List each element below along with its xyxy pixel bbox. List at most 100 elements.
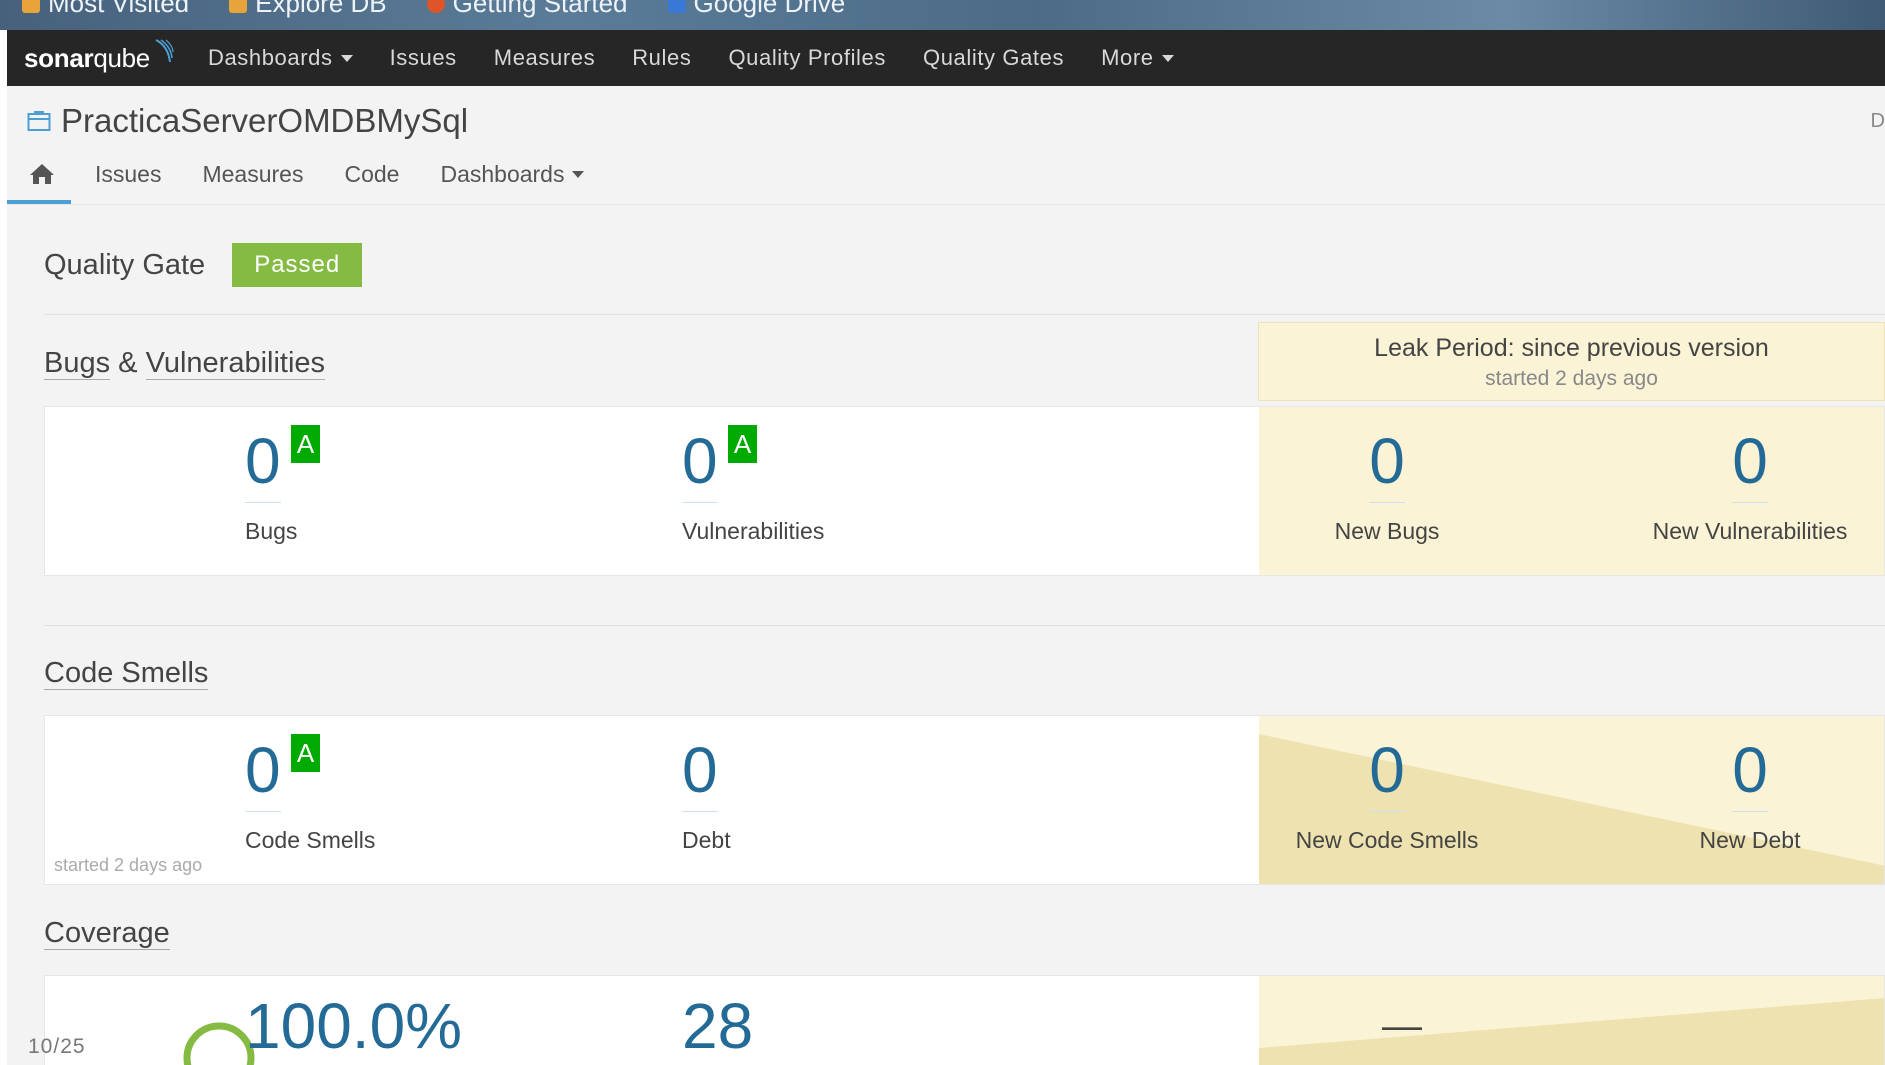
metric-vulnerabilities[interactable]: 0 A Vulnerabilities	[682, 425, 825, 545]
divider	[44, 314, 1885, 315]
bookmark-label: Getting Started	[452, 0, 628, 18]
nav-issues-label: Issues	[389, 45, 457, 70]
nav-measures[interactable]: Measures	[494, 45, 595, 71]
new-vulnerabilities-label: New Vulnerabilities	[1652, 518, 1848, 544]
new-debt-label: New Debt	[1699, 827, 1801, 853]
nav-issues[interactable]: Issues	[390, 45, 457, 71]
bookmark-page-icon	[229, 0, 248, 13]
nav-more[interactable]: More	[1101, 45, 1174, 71]
code-smells-started-note: started 2 days ago	[54, 855, 203, 875]
code-smells-rating-badge[interactable]: A	[291, 734, 320, 772]
metric-new-bugs[interactable]: 0 New Bugs	[1301, 429, 1473, 545]
nav-more-label: More	[1101, 45, 1154, 70]
new-code-smells-value[interactable]: 0	[1369, 738, 1405, 812]
metric-new-debt[interactable]: 0 New Debt	[1625, 738, 1875, 854]
bugs-rating-badge[interactable]: A	[291, 425, 320, 463]
chevron-down-icon	[340, 54, 353, 62]
code-smells-value[interactable]: 0	[245, 738, 281, 812]
debt-value[interactable]: 0	[682, 738, 718, 812]
vulnerabilities-rating-badge[interactable]: A	[728, 425, 757, 463]
bookmark-explore-db[interactable]: Explore DB	[229, 0, 387, 19]
nav-dashboards-label: Dashboards	[207, 45, 333, 70]
home-icon	[30, 164, 54, 184]
bookmark-most-visited[interactable]: Most Visited	[22, 0, 189, 19]
bookmark-label: Explore DB	[255, 0, 387, 18]
component-tabs: Issues Measures Code Dashboards	[23, 154, 625, 194]
nav-quality-profiles-label: Quality Profiles	[728, 45, 886, 70]
metric-new-coverage[interactable]: —	[1316, 994, 1488, 1058]
sonarqube-logo[interactable]: sonar qube	[24, 39, 174, 74]
bookmark-google-drive[interactable]: Google Drive	[667, 0, 846, 19]
tab-dashboards-label: Dashboards	[440, 160, 565, 187]
coverage-card: 100.0% 28 —	[44, 975, 1885, 1065]
bugs-label: Bugs	[245, 518, 298, 544]
chevron-down-icon	[1161, 54, 1174, 62]
bookmark-getting-started[interactable]: Getting Started	[426, 0, 628, 19]
metric-new-vulnerabilities[interactable]: 0 New Vulnerabilities	[1625, 429, 1875, 545]
logo-text-light: qube	[93, 42, 150, 73]
metric-debt[interactable]: 0 Debt	[682, 738, 731, 854]
bookmark-label: Google Drive	[693, 0, 846, 18]
new-vulnerabilities-value[interactable]: 0	[1732, 429, 1768, 503]
page-number: 10/25	[28, 1035, 86, 1058]
tab-dashboards[interactable]: Dashboards	[440, 160, 585, 188]
component-name: PracticaServerOMDBMySql	[61, 102, 469, 139]
quality-gate-label: Quality Gate	[44, 248, 206, 281]
nav-quality-profiles[interactable]: Quality Profiles	[728, 45, 886, 71]
nav-measures-label: Measures	[493, 45, 596, 70]
component-meta-cropped: D	[1870, 110, 1885, 132]
component-title[interactable]: PracticaServerOMDBMySql	[27, 102, 468, 140]
quality-gate-status: Quality Gate Passed	[44, 243, 363, 287]
new-bugs-label: New Bugs	[1334, 518, 1440, 544]
tab-code-label: Code	[344, 160, 400, 187]
metric-new-code-smells[interactable]: 0 New Code Smells	[1267, 738, 1507, 854]
bookmark-label: Most Visited	[48, 0, 190, 18]
tab-issues[interactable]: Issues	[95, 161, 161, 188]
leak-period-title: Leak Period: since previous version	[1374, 334, 1769, 362]
tab-code[interactable]: Code	[344, 161, 399, 188]
debt-label: Debt	[682, 827, 731, 853]
global-navbar: sonar qube Dashboards Issues Measures Rul…	[7, 30, 1885, 86]
section-title-bugs-vulnerabilities: Bugs & Vulnerabilities	[44, 347, 326, 380]
active-tab-indicator	[7, 200, 71, 204]
tab-measures[interactable]: Measures	[202, 161, 303, 188]
quality-gate-badge[interactable]: Passed	[232, 243, 363, 287]
metric-coverage[interactable]: 100.0%	[245, 994, 462, 1058]
logo-text-bold: sonar	[24, 42, 94, 73]
vulnerabilities-label: Vulnerabilities	[682, 518, 825, 544]
new-coverage-value[interactable]: —	[1382, 994, 1422, 1058]
section-title-code-smells: Code Smells	[44, 657, 209, 690]
tab-measures-label: Measures	[202, 160, 304, 187]
coverage-value[interactable]: 100.0%	[245, 994, 462, 1058]
vulnerabilities-value[interactable]: 0	[682, 429, 718, 503]
nav-quality-gates[interactable]: Quality Gates	[923, 45, 1064, 71]
metric-coverage-secondary[interactable]: 28	[682, 994, 753, 1058]
code-smells-label: Code Smells	[245, 827, 376, 853]
bookmark-folder-icon	[22, 0, 40, 13]
metric-bugs[interactable]: 0 A Bugs	[245, 425, 320, 545]
nav-rules-label: Rules	[632, 45, 692, 70]
section-title-coverage: Coverage	[44, 917, 170, 950]
browser-bookmarks-bar: Most Visited Explore DB Getting Started …	[0, 0, 1885, 30]
firefox-icon	[426, 0, 445, 13]
leak-period-header: Leak Period: since previous version star…	[1258, 322, 1885, 401]
tab-issues-label: Issues	[95, 160, 162, 187]
google-drive-icon	[667, 0, 686, 13]
new-debt-value[interactable]: 0	[1732, 738, 1768, 812]
bugs-vulnerabilities-card: 0 A Bugs 0 A Vulnerabilities 0 New Bugs …	[44, 406, 1885, 576]
section-link-bugs[interactable]: Bugs	[44, 347, 111, 380]
section-link-code-smells[interactable]: Code Smells	[44, 657, 209, 690]
logo-waves-icon	[155, 39, 174, 63]
project-icon	[27, 111, 51, 131]
bugs-value[interactable]: 0	[245, 429, 281, 503]
divider	[44, 625, 1885, 626]
project-overview: Quality Gate Passed Bugs & Vulnerabiliti…	[7, 205, 1885, 1065]
tab-home[interactable]	[29, 163, 55, 185]
nav-rules[interactable]: Rules	[632, 45, 691, 71]
section-link-coverage[interactable]: Coverage	[44, 917, 170, 950]
metric-code-smells[interactable]: 0 A Code Smells	[245, 734, 376, 854]
nav-dashboards[interactable]: Dashboards	[208, 45, 353, 71]
coverage-secondary-value[interactable]: 28	[682, 994, 753, 1058]
new-bugs-value[interactable]: 0	[1369, 429, 1405, 503]
section-link-vulnerabilities[interactable]: Vulnerabilities	[145, 347, 326, 380]
